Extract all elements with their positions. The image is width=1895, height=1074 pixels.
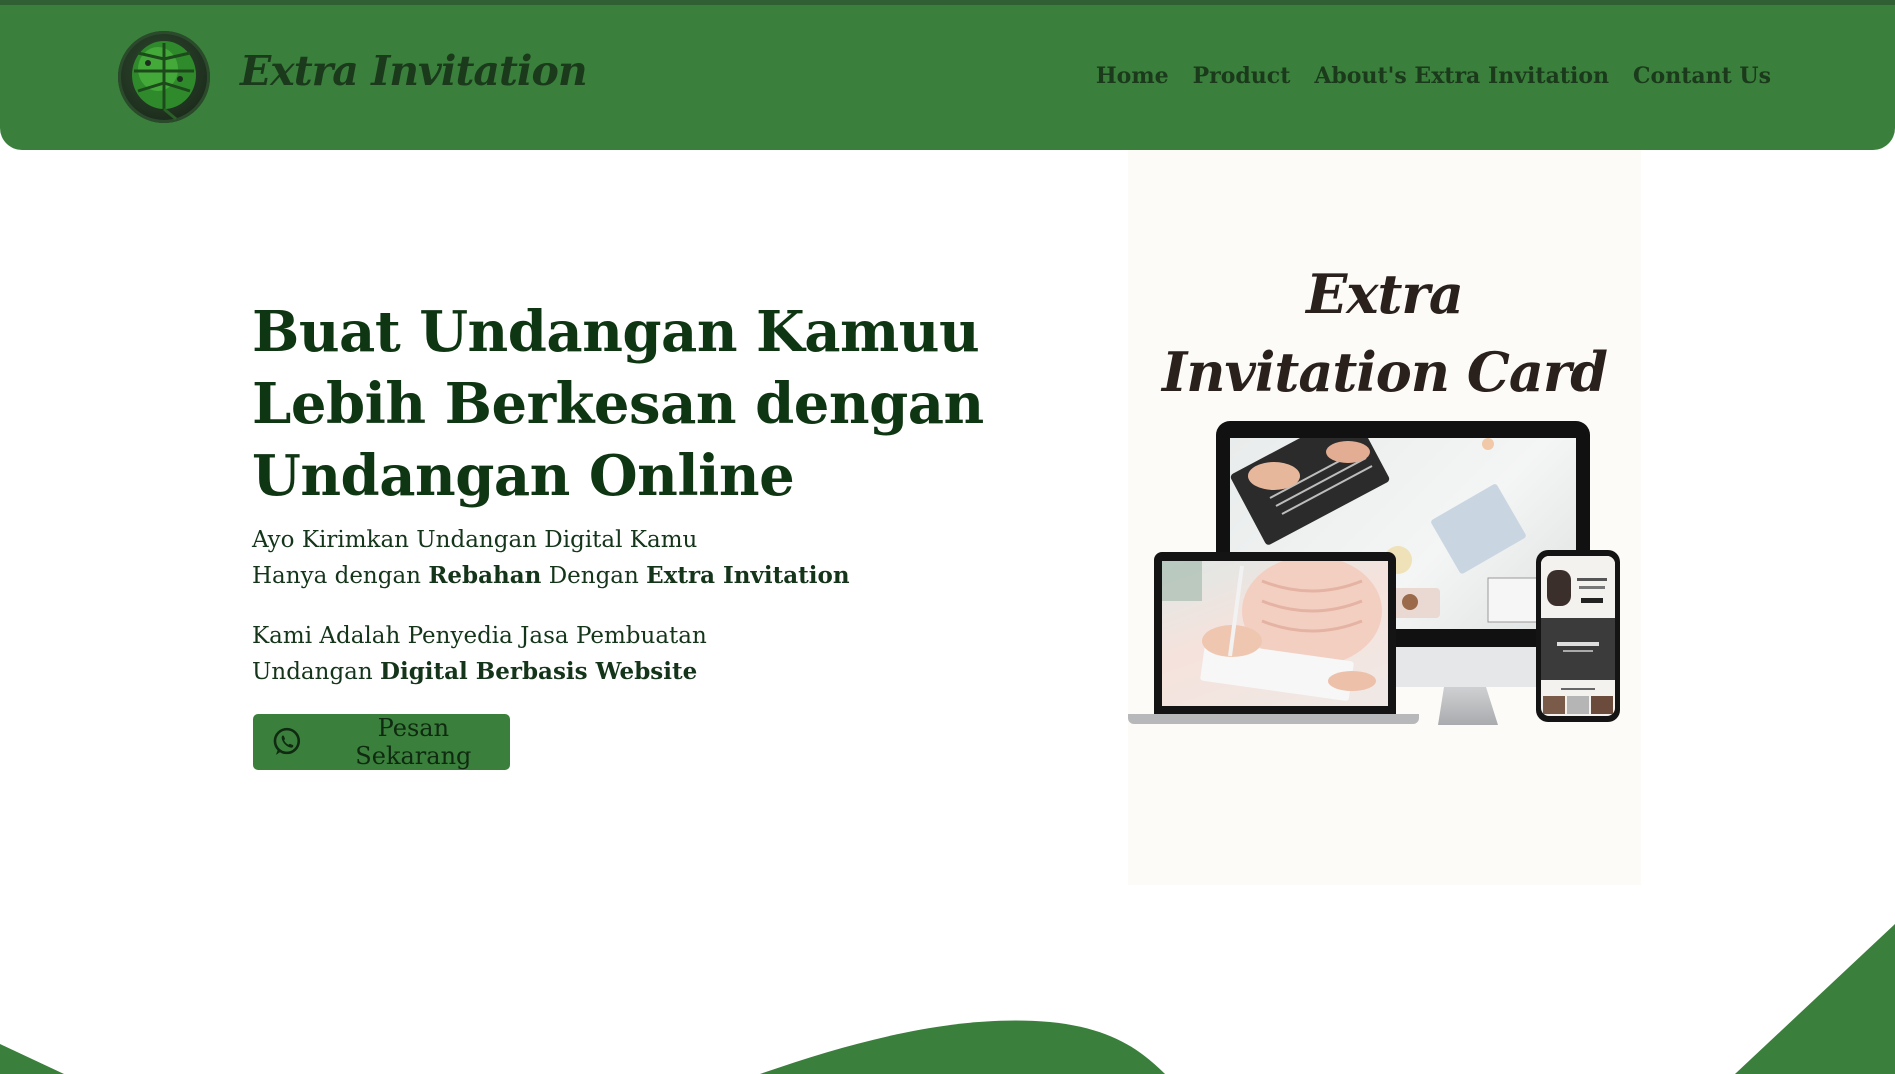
monstera-leaf-icon [132, 41, 196, 121]
tagline-line: Undangan Digital Berbasis Website [252, 654, 872, 690]
nav-home[interactable]: Home [1096, 63, 1169, 89]
invitation-preview [1541, 556, 1615, 714]
hero-tagline: Kami Adalah Penyedia Jasa Pembuatan Unda… [252, 618, 872, 690]
hero-description: Ayo Kirimkan Undangan Digital Kamu Hanya… [252, 522, 872, 594]
tagline-line: Kami Adalah Penyedia Jasa Pembuatan [252, 623, 707, 649]
highlight-brand: Extra Invitation [646, 562, 850, 589]
whatsapp-icon [273, 727, 301, 755]
description-line: Ayo Kirimkan Undangan Digital Kamu [252, 527, 698, 553]
laptop-mockup [1154, 552, 1396, 714]
hero-title: Buat Undangan Kamuu Lebih Berkesan denga… [252, 296, 984, 512]
highlight-digital: Digital Berbasis Website [380, 658, 698, 685]
writing-photo [1162, 561, 1382, 701]
brand-name[interactable]: Extra Invitation [240, 47, 588, 107]
hero-title-line: Undangan Online [252, 443, 795, 509]
text-fragment: Dengan [541, 563, 647, 589]
text-fragment: Hanya dengan [252, 563, 429, 589]
highlight-rebahan: Rebahan [428, 562, 542, 589]
laptop-screen [1162, 561, 1388, 706]
order-now-button[interactable]: Pesan Sekarang [253, 714, 510, 770]
description-line: Hanya dengan Rebahan Dengan Extra Invita… [252, 558, 872, 594]
nav-contact[interactable]: Contant Us [1633, 63, 1771, 89]
monitor-stand [1438, 687, 1498, 725]
decorative-wave [0, 924, 1895, 1074]
hero-title-line: Lebih Berkesan dengan [252, 371, 984, 437]
hero-image-card: Extra Invitation Card [1128, 150, 1641, 885]
navbar: Extra Invitation Home Product About's Ex… [0, 5, 1895, 150]
main-nav: Home Product About's Extra Invitation Co… [1096, 63, 1771, 89]
card-title-line: Invitation Card [1161, 340, 1608, 404]
phone-mockup [1536, 550, 1620, 722]
logo[interactable] [118, 31, 210, 123]
hero-title-line: Buat Undangan Kamuu [252, 299, 980, 365]
laptop-base [1128, 714, 1419, 724]
phone-screen [1541, 556, 1615, 716]
card-title-line: Extra [1306, 262, 1464, 326]
order-now-label: Pesan Sekarang [355, 714, 472, 770]
nav-product[interactable]: Product [1193, 63, 1291, 89]
text-fragment: Undangan [252, 659, 381, 685]
nav-about[interactable]: About's Extra Invitation [1314, 63, 1609, 89]
